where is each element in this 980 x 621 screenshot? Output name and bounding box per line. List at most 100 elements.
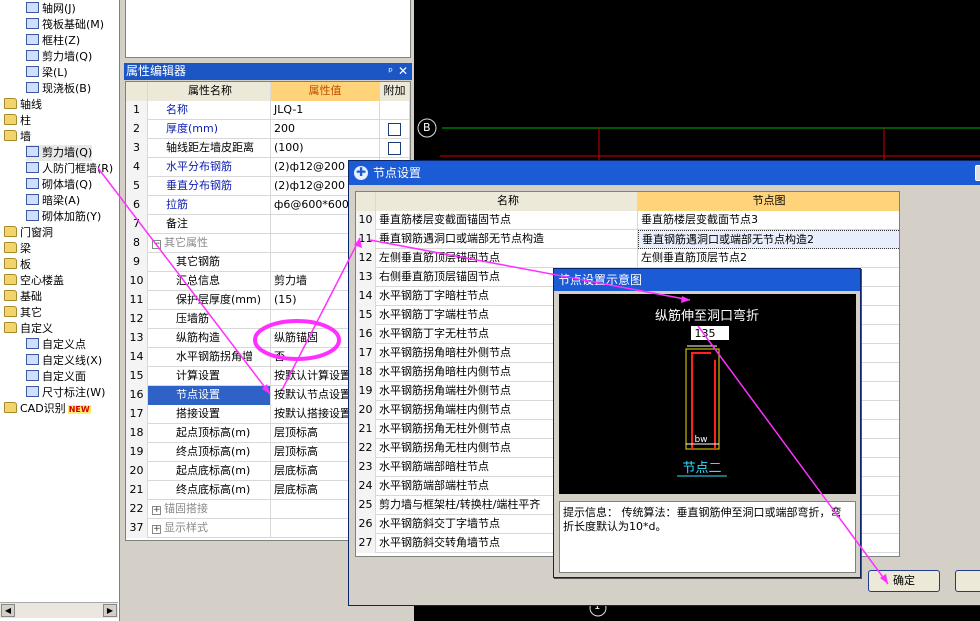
tree-item[interactable]: 自定义面 bbox=[26, 369, 86, 385]
property-name: 搭接设置 bbox=[148, 405, 271, 424]
tree-item-label: 轴网(J) bbox=[42, 2, 76, 15]
node-row[interactable]: 11 垂直钢筋遇洞口或端部无节点构造 垂直钢筋遇洞口或端部无节点构造2 bbox=[356, 230, 899, 249]
tree-item-label: 筏板基础(M) bbox=[42, 18, 105, 31]
header-attach[interactable]: 附加 bbox=[380, 82, 410, 101]
property-value[interactable]: JLQ-1 bbox=[271, 101, 380, 120]
attach-checkbox[interactable] bbox=[388, 123, 401, 136]
hidden-beam-icon bbox=[26, 194, 39, 205]
property-name: − 其它属性 bbox=[148, 234, 271, 253]
property-name: 纵筋构造 bbox=[148, 329, 271, 348]
row-number: 9 bbox=[126, 253, 148, 272]
tree-item[interactable]: 柱 bbox=[4, 113, 31, 129]
property-value[interactable]: (100) bbox=[271, 139, 380, 158]
row-number: 13 bbox=[356, 268, 376, 287]
tree-item-label: 暗梁(A) bbox=[42, 194, 81, 207]
tree-item[interactable]: 墙 bbox=[4, 129, 31, 145]
property-name-text: 终点底标高(m) bbox=[176, 483, 251, 496]
attach-checkbox[interactable] bbox=[388, 142, 401, 155]
folder-icon bbox=[4, 306, 17, 317]
tree-item[interactable]: CAD识别 NEW bbox=[4, 401, 91, 417]
tree-scrollbar[interactable]: ◀ ▶ bbox=[0, 602, 118, 618]
folder-icon bbox=[4, 98, 17, 109]
property-editor-title: 属性编辑器 bbox=[126, 64, 187, 78]
diagram-heading: 纵筋伸至洞口弯折 bbox=[655, 308, 759, 324]
tree-item[interactable]: 筏板基础(M) bbox=[26, 17, 104, 33]
node-settings-titlebar[interactable]: ✚ 节点设置 bbox=[349, 161, 980, 185]
row-number: 20 bbox=[356, 401, 376, 420]
scroll-left-icon[interactable]: ◀ bbox=[1, 604, 15, 617]
slab-icon bbox=[26, 82, 39, 93]
header-property-value[interactable]: 属性值 bbox=[271, 82, 380, 101]
tree-item[interactable]: 轴网(J) bbox=[26, 1, 76, 17]
row-number: 7 bbox=[126, 215, 148, 234]
tree-item[interactable]: 自定义点 bbox=[26, 337, 86, 353]
property-name-text: 其它钢筋 bbox=[176, 255, 220, 268]
tree-item[interactable]: 剪力墙(Q) bbox=[26, 145, 93, 161]
tree-item[interactable]: 基础 bbox=[4, 289, 42, 305]
node-diagram-value[interactable]: 左侧垂直筋顶层节点2 bbox=[638, 249, 899, 268]
tree-item[interactable]: 轴线 bbox=[4, 97, 42, 113]
custom-face-icon bbox=[26, 370, 39, 381]
property-name-text: 厚度(mm) bbox=[166, 122, 219, 135]
node-settings-title: 节点设置 bbox=[373, 166, 422, 180]
property-name: 备注 bbox=[148, 215, 271, 234]
row-number: 25 bbox=[356, 496, 376, 515]
tree-item[interactable]: 板 bbox=[4, 257, 31, 273]
tree-item-label: 砌体加筋(Y) bbox=[42, 210, 102, 223]
tree-item[interactable]: 梁(L) bbox=[26, 65, 68, 81]
tree-item[interactable]: 空心楼盖 bbox=[4, 273, 64, 289]
door-frame-wall-icon bbox=[26, 162, 39, 173]
tree-item-label: 板 bbox=[20, 258, 31, 271]
close-icon[interactable] bbox=[975, 165, 980, 181]
header-name[interactable]: 名称 bbox=[376, 192, 638, 211]
tree-item[interactable]: 自定义 bbox=[4, 321, 53, 337]
header-node-diagram[interactable]: 节点图 bbox=[638, 192, 899, 211]
node-row[interactable]: 12 左侧垂直筋顶层锚固节点 左侧垂直筋顶层节点2 bbox=[356, 249, 899, 268]
tree-item-label: 自定义点 bbox=[42, 338, 86, 351]
property-name-text: 计算设置 bbox=[176, 369, 220, 382]
tree-item[interactable]: 框柱(Z) bbox=[26, 33, 80, 49]
tree-item[interactable]: 现浇板(B) bbox=[26, 81, 91, 97]
property-name-text: 轴线距左墙皮距离 bbox=[166, 141, 254, 154]
scroll-right-icon[interactable]: ▶ bbox=[103, 604, 117, 617]
row-number: 3 bbox=[126, 139, 148, 158]
cancel-button[interactable] bbox=[955, 570, 980, 592]
tree-item-label: 剪力墙(Q) bbox=[42, 146, 93, 159]
row-number: 5 bbox=[126, 177, 148, 196]
header-property-name[interactable]: 属性名称 bbox=[148, 82, 271, 101]
ok-button[interactable]: 确定 bbox=[868, 570, 940, 592]
property-name: 压墙筋 bbox=[148, 310, 271, 329]
row-number: 18 bbox=[356, 363, 376, 382]
tree-item[interactable]: 剪力墙(Q) bbox=[26, 49, 92, 65]
collapse-icon[interactable]: − bbox=[152, 240, 161, 249]
tree-item[interactable]: 梁 bbox=[4, 241, 31, 257]
folder-icon bbox=[4, 130, 17, 141]
frame-column-icon bbox=[26, 34, 39, 45]
property-row[interactable]: 3 轴线距左墙皮距离 (100) bbox=[126, 139, 410, 158]
tree-item[interactable]: 门窗洞 bbox=[4, 225, 53, 241]
row-number: 17 bbox=[126, 405, 148, 424]
pin-icon[interactable]: ᵖ bbox=[388, 63, 393, 80]
property-name-text: 拉筋 bbox=[166, 198, 188, 211]
property-value[interactable]: 200 bbox=[271, 120, 380, 139]
node-diagram-value[interactable]: 垂直筋楼层变截面节点3 bbox=[638, 211, 899, 230]
property-row[interactable]: 2 厚度(mm) 200 bbox=[126, 120, 410, 139]
close-icon[interactable]: ✕ bbox=[398, 63, 408, 80]
property-row[interactable]: 1 名称 JLQ-1 bbox=[126, 101, 410, 120]
beam-icon bbox=[26, 66, 39, 77]
tree-item[interactable]: 尺寸标注(W) bbox=[26, 385, 105, 401]
expand-icon[interactable]: + bbox=[152, 506, 161, 515]
expand-icon[interactable]: + bbox=[152, 525, 161, 534]
tree-item[interactable]: 人防门框墙(R) bbox=[26, 161, 113, 177]
tree-item[interactable]: 自定义线(X) bbox=[26, 353, 102, 369]
node-diagram-value[interactable]: 垂直钢筋遇洞口或端部无节点构造2 bbox=[638, 230, 899, 249]
row-number: 11 bbox=[356, 230, 376, 249]
tree-item[interactable]: 其它 bbox=[4, 305, 42, 321]
property-editor-titlebar: 属性编辑器 ᵖ ✕ bbox=[124, 63, 412, 80]
tree-item[interactable]: 砌体墙(Q) bbox=[26, 177, 92, 193]
property-name-text: 显示样式 bbox=[164, 521, 208, 534]
row-number: 19 bbox=[356, 382, 376, 401]
tree-item[interactable]: 砌体加筋(Y) bbox=[26, 209, 101, 225]
node-row[interactable]: 10 垂直筋楼层变截面锚固节点 垂直筋楼层变截面节点3 bbox=[356, 211, 899, 230]
tree-item[interactable]: 暗梁(A) bbox=[26, 193, 80, 209]
